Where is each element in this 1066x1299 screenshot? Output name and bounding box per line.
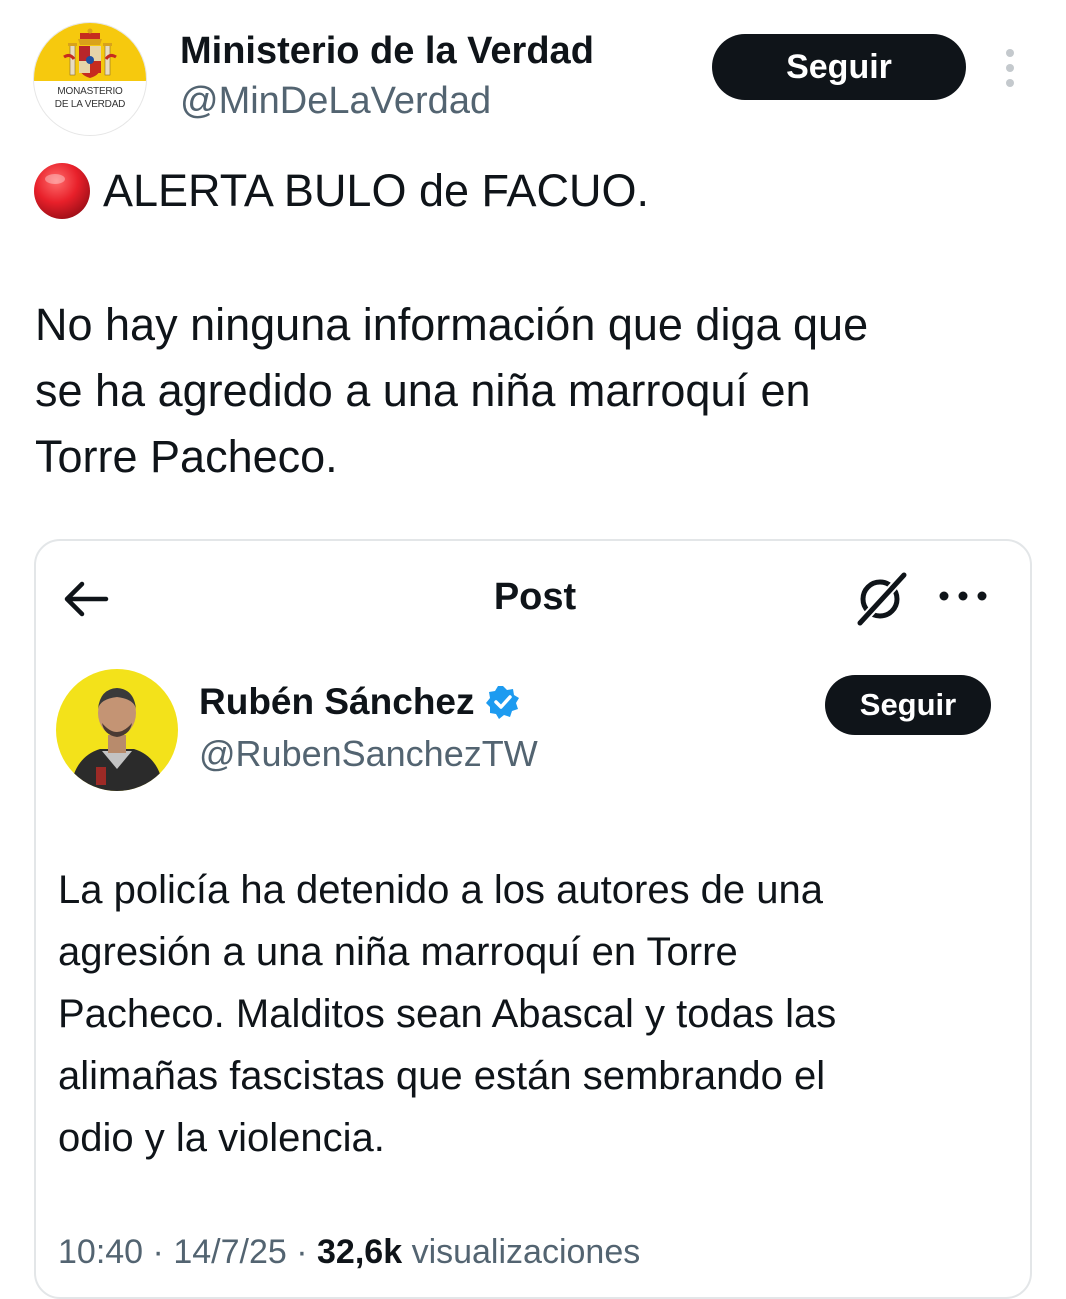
tweet-header: MONASTERIO DE LA VERDAD Ministerio de la… [0, 0, 1066, 140]
alert-text: ALERTA BULO de FACUO. [103, 165, 650, 216]
coat-of-arms-icon [63, 28, 117, 78]
embedded-body-line: odio y la violencia. [58, 1116, 385, 1160]
follow-button[interactable]: Seguir [712, 34, 966, 100]
embedded-body-line: Pacheco. Malditos sean Abascal y todas l… [58, 992, 837, 1036]
views-label: visualizaciones [411, 1233, 641, 1271]
meta-separator: · [296, 1233, 308, 1271]
embedded-body-line: alimañas fascistas que están sembrando e… [58, 1054, 826, 1098]
views-count: 32,6k [317, 1233, 403, 1271]
alert-line: ALERTA BULO de FACUO. [33, 160, 649, 222]
embedded-body-line: agresión a una niña marroquí en Torre [58, 930, 738, 974]
meta-separator: · [152, 1233, 164, 1271]
post-time: 10:40 [58, 1233, 144, 1271]
embedded-author-handle[interactable]: @RubenSanchezTW [199, 733, 538, 775]
author-handle[interactable]: @MinDeLaVerdad [180, 78, 491, 124]
embedded-author-avatar[interactable] [56, 669, 178, 791]
avatar-text-line2: DE LA VERDAD [54, 99, 126, 110]
tweet-body-line: se ha agredido a una niña marroquí en [35, 365, 811, 416]
verified-badge-icon [485, 686, 519, 719]
embedded-author-name-row: Rubén Sánchez [199, 681, 521, 723]
embedded-post-image[interactable]: Post Rubén Sánchez @RubenSanchezTW Segui… [34, 539, 1032, 1299]
horizontal-dots-icon[interactable] [936, 581, 990, 611]
author-avatar[interactable]: MONASTERIO DE LA VERDAD [33, 22, 147, 136]
avatar-text-line1: MONASTERIO [57, 86, 123, 97]
author-name[interactable]: Ministerio de la Verdad [180, 28, 594, 74]
tweet-body-line: No hay ninguna información que diga que [35, 299, 869, 350]
embedded-follow-button[interactable]: Seguir [825, 675, 991, 735]
embedded-post-meta: 10:40 · 14/7/25 · 32,6k visualizaciones [58, 1233, 640, 1272]
embedded-body-line: La policía ha detenido a los autores de … [58, 868, 824, 912]
embedded-post-body: La policía ha detenido a los autores de … [58, 859, 1018, 1169]
embedded-author-name[interactable]: Rubén Sánchez [199, 681, 475, 723]
post-date: 14/7/25 [173, 1233, 287, 1271]
tweet-body-line: Torre Pacheco. [35, 431, 338, 482]
grok-icon[interactable] [852, 569, 910, 627]
red-circle-icon [34, 163, 90, 219]
vertical-dots-icon[interactable] [998, 46, 1022, 90]
tweet-body: No hay ninguna información que diga que … [35, 292, 1025, 490]
